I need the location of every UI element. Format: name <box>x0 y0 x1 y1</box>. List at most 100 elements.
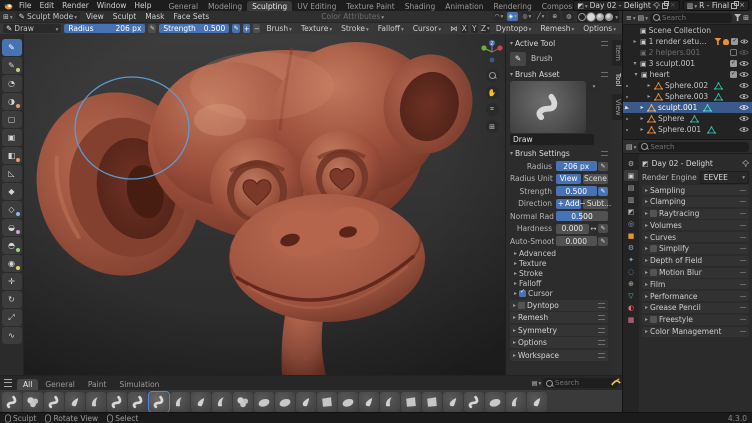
tab-constraints-icon[interactable]: ⊕ <box>624 278 638 289</box>
tool-transform[interactable]: ⤢ <box>2 309 22 326</box>
radius-pressure-icon[interactable]: ✎ <box>598 162 608 171</box>
outliner-row-sculpt-001-selected[interactable]: ▸ sculpt.001 <box>623 102 752 113</box>
outliner-search[interactable] <box>650 13 732 23</box>
strength-pressure-icon[interactable]: ✎ <box>598 187 608 196</box>
subpanel-cursor[interactable]: Cursor <box>510 288 608 298</box>
tab-particles-icon[interactable]: ✦ <box>624 254 638 265</box>
tool-mask[interactable]: ◔ <box>2 75 22 92</box>
properties-search-input[interactable] <box>650 143 720 151</box>
options-popover[interactable]: Options <box>580 24 619 33</box>
shading-material-icon[interactable] <box>596 13 604 21</box>
sidebar-tab-tool[interactable]: Tool <box>612 68 622 92</box>
tab-material-icon[interactable]: ◐ <box>624 302 638 313</box>
tab-data-icon[interactable]: ▽ <box>624 290 638 301</box>
thumbnail-size-dropdown[interactable]: ▤ <box>531 379 542 388</box>
ortho-grid-icon[interactable]: ⊞ <box>486 120 499 133</box>
sidebar-tab-view[interactable]: View <box>612 94 622 121</box>
subpanel-advanced[interactable]: Advanced <box>510 248 608 258</box>
tab-rendering[interactable]: Rendering <box>488 1 536 11</box>
panel-grip-icon[interactable] <box>601 41 608 46</box>
brush-settings-header[interactable]: Brush Settings <box>510 147 608 159</box>
symmetry-x-button[interactable]: X <box>461 24 468 33</box>
mode-selector[interactable]: ✎ Sculpt Mode <box>16 12 80 21</box>
snap-toggle-icon[interactable]: ◈ <box>507 12 518 21</box>
outliner-row-sphere-003[interactable]: ▸ Sphere.003 <box>623 91 752 102</box>
panel-grip-icon[interactable] <box>601 151 608 156</box>
outliner-row-sculpt-collection[interactable]: ▾ ▣ 3 sculpt.001 <box>623 58 752 69</box>
brush-thumb[interactable] <box>191 392 211 412</box>
brush-thumb[interactable] <box>485 392 505 412</box>
shelf-menu-icon[interactable] <box>4 379 12 387</box>
shelf-tab-paint[interactable]: Paint <box>82 379 113 390</box>
tab-modeling[interactable]: Modeling <box>203 1 247 11</box>
pin-icon[interactable] <box>653 2 660 9</box>
eye-icon[interactable] <box>739 126 749 133</box>
filter-funnel-icon[interactable] <box>734 14 741 21</box>
tool-box-hide[interactable]: ▢ <box>2 111 22 128</box>
shelf-search-input[interactable] <box>555 379 615 387</box>
motion-blur-checkbox[interactable] <box>650 269 657 276</box>
overlays-toggle-icon[interactable]: ◍ <box>563 12 574 21</box>
section-raytracing[interactable]: Raytracing <box>642 209 749 219</box>
brush-selector[interactable]: ✎ Draw <box>3 24 61 33</box>
outliner-row-sphere-001[interactable]: ▸ Sphere.001 <box>623 124 752 135</box>
pan-hand-icon[interactable]: ✋ <box>486 86 499 99</box>
radius-unit-view-button[interactable]: View <box>556 174 581 184</box>
subpanel-texture[interactable]: Texture <box>510 258 608 268</box>
falloff-icon[interactable]: ◠ <box>493 12 504 21</box>
menu-file[interactable]: File <box>15 1 36 10</box>
menu-brush[interactable]: Brush <box>263 24 294 33</box>
strength-pressure-icon[interactable]: ✎ <box>232 24 240 33</box>
direction-subtract-button[interactable]: −Subt... <box>583 199 608 209</box>
tool-cloth-filter[interactable]: ◇ <box>2 201 22 218</box>
direction-add-button[interactable]: +Add <box>556 199 581 209</box>
radius-pressure-icon[interactable]: ✎ <box>148 24 156 33</box>
direction-add-button[interactable]: + <box>243 24 250 33</box>
shelf-tab-general[interactable]: General <box>39 379 81 390</box>
tab-general[interactable]: General <box>163 1 203 11</box>
section-film[interactable]: Film <box>642 279 749 289</box>
menu-help[interactable]: Help <box>130 1 155 10</box>
brush-thumb[interactable] <box>275 392 295 412</box>
editor-type-icon[interactable]: ▤ <box>626 143 636 151</box>
strength-slider[interactable]: 0.500 <box>556 186 597 196</box>
tool-mesh-filter[interactable]: ◆ <box>2 183 22 200</box>
tab-modifiers-icon[interactable]: ⚙ <box>624 242 638 253</box>
brush-thumb[interactable] <box>23 392 43 412</box>
eye-icon[interactable] <box>739 104 749 111</box>
menu-view[interactable]: View <box>83 12 107 21</box>
strength-slider[interactable]: Strength 0.500 <box>159 24 229 33</box>
tool-draw[interactable]: ✎ <box>2 39 22 56</box>
tab-shading[interactable]: Shading <box>400 1 440 11</box>
nav-gizmo[interactable]: Z <box>479 39 505 65</box>
tab-uv-editing[interactable]: UV Editing <box>292 1 341 11</box>
outliner-row-helpers[interactable]: ▣ 2 helpers.001 <box>623 47 752 58</box>
outliner-row-render-setup[interactable]: ▸ ▣ 1 render setup.001 <box>623 36 752 47</box>
shelf-tab-simulation[interactable]: Simulation <box>113 379 165 390</box>
remesh-popover[interactable]: Remesh <box>537 24 577 33</box>
section-curves[interactable]: Curves <box>642 232 749 242</box>
tool-annotate[interactable]: ∿ <box>2 327 22 344</box>
section-clamping[interactable]: Clamping <box>642 197 749 207</box>
section-depth-of-field[interactable]: Depth of Field <box>642 256 749 266</box>
editor-type-icon[interactable]: ≡ <box>626 14 636 22</box>
normal-radius-slider[interactable]: 0.500 <box>556 211 608 221</box>
section-freestyle[interactable]: Freestyle <box>642 315 749 325</box>
editor-type-icon[interactable]: ⊞ <box>3 13 13 21</box>
section-motion-blur[interactable]: Motion Blur <box>642 268 749 278</box>
outliner-row-scene-collection[interactable]: ▣ Scene Collection <box>623 25 752 36</box>
brush-thumb[interactable] <box>65 392 85 412</box>
radius-slider[interactable]: Radius 206 px <box>64 24 145 33</box>
tab-texture-icon[interactable]: ▦ <box>624 314 638 325</box>
subpanel-falloff[interactable]: Falloff <box>510 278 608 288</box>
shading-dropdown-icon[interactable] <box>614 12 618 21</box>
new-view-layer-icon[interactable] <box>731 3 737 9</box>
eye-icon[interactable] <box>739 82 749 89</box>
simplify-checkbox[interactable] <box>650 245 657 252</box>
brush-asset-header[interactable]: Brush Asset <box>510 68 608 80</box>
shading-solid-icon[interactable] <box>587 13 595 21</box>
shelf-search[interactable] <box>543 378 618 388</box>
brush-name-field[interactable]: Draw <box>510 134 594 145</box>
brush-thumb[interactable] <box>338 392 358 412</box>
eye-icon[interactable] <box>739 60 749 67</box>
